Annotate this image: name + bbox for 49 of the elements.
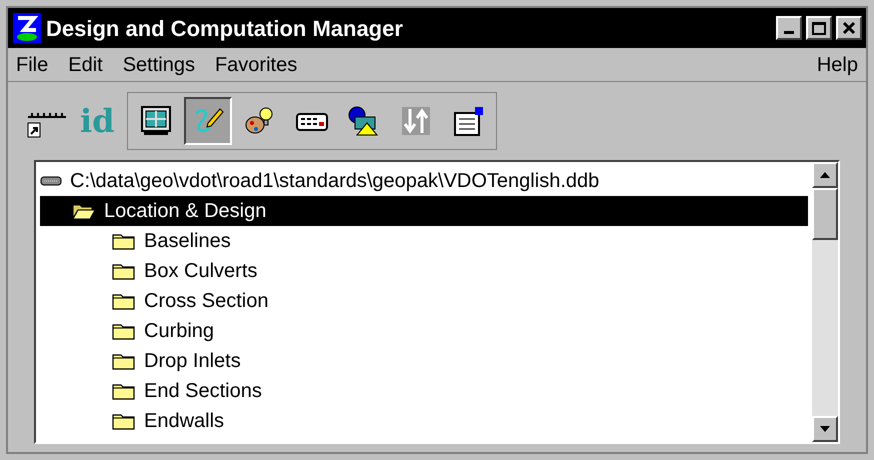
tree-label: Cross Section xyxy=(144,289,268,314)
up-arrow-icon xyxy=(819,171,831,179)
close-icon xyxy=(842,21,856,35)
folder-icon xyxy=(112,292,136,310)
tree-item[interactable]: Cross Section xyxy=(40,286,808,316)
shapes-icon xyxy=(346,105,381,137)
folder-icon xyxy=(112,262,136,280)
tree-label: Location & Design xyxy=(104,199,266,224)
tree-label: Curbing xyxy=(144,319,214,344)
arrows-icon xyxy=(400,105,432,137)
folder-icon xyxy=(112,412,136,430)
tree-label: Baselines xyxy=(144,229,231,254)
scrollbar[interactable] xyxy=(812,162,838,442)
close-button[interactable] xyxy=(836,16,862,40)
tree-item[interactable]: Endwalls xyxy=(40,406,808,436)
tree-item[interactable]: Box Culverts xyxy=(40,256,808,286)
tree-item[interactable]: Location & Design xyxy=(40,196,808,226)
menu-item[interactable]: Favorites xyxy=(214,50,298,80)
menu-item[interactable]: Help xyxy=(816,50,858,80)
minimize-button[interactable] xyxy=(776,16,802,40)
scroll-down-button[interactable] xyxy=(812,416,838,442)
tree-item[interactable]: Curbing xyxy=(40,316,808,346)
tool-button[interactable] xyxy=(184,97,232,145)
menu-item[interactable]: Settings xyxy=(122,50,195,80)
tree-item[interactable]: C:\data\geo\vdot\road1\standards\geopak\VDOTenglish.ddb xyxy=(40,166,808,196)
tree-item[interactable]: Baselines xyxy=(40,226,808,256)
window-title: Design and Computation Manager xyxy=(46,14,404,43)
down-arrow-icon xyxy=(819,425,831,433)
folder-icon xyxy=(112,382,136,400)
scroll-up-button[interactable] xyxy=(812,162,838,188)
maximize-icon xyxy=(812,22,826,34)
menu-item[interactable]: Edit xyxy=(68,50,103,80)
tree-item[interactable]: Drop Inlets xyxy=(40,346,808,376)
menu-item[interactable]: File xyxy=(16,50,48,80)
tree-label: Box Culverts xyxy=(144,259,258,284)
scroll-thumb[interactable] xyxy=(812,188,838,240)
folder-icon xyxy=(112,322,136,340)
drive-icon xyxy=(40,176,62,186)
tree-label: Endwalls xyxy=(144,409,224,434)
minimize-icon xyxy=(784,31,794,34)
maximize-button[interactable] xyxy=(806,16,832,40)
tree-label: C:\data\geo\vdot\road1\standards\geopak\VDOTenglish.ddb xyxy=(70,169,600,194)
app-logo-icon xyxy=(12,12,42,44)
tree-label: End Sections xyxy=(144,379,262,404)
monitor-icon xyxy=(140,105,172,137)
folder-icon xyxy=(112,352,136,370)
tree-item[interactable]: End Sections xyxy=(40,376,808,406)
folder-icon xyxy=(112,232,136,250)
tree-label: Drop Inlets xyxy=(144,349,241,374)
